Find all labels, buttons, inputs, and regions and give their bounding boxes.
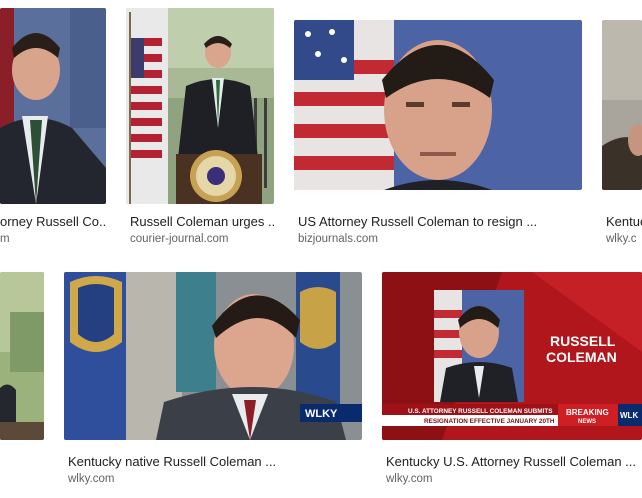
name-line-2: COLEMAN <box>546 349 617 365</box>
news-label: NEWS <box>578 419 596 425</box>
result-source-1[interactable]: m <box>0 232 106 246</box>
result-card-1[interactable]: orney Russell Co... m <box>0 0 106 250</box>
breaking-label: BREAKING <box>566 408 609 417</box>
result-image-6[interactable]: WLKY <box>64 272 362 440</box>
result-card-6[interactable]: WLKY Kentucky native Russell Coleman ...… <box>64 260 362 498</box>
result-source-2[interactable]: courier-journal.com <box>130 232 274 246</box>
result-title-6[interactable]: Kentucky native Russell Coleman ... <box>68 454 358 470</box>
result-source-4[interactable]: wlky.c <box>606 232 642 246</box>
result-source-6[interactable]: wlky.com <box>68 472 358 486</box>
name-line-1: RUSSELL <box>550 333 616 349</box>
result-image-5[interactable] <box>0 272 44 440</box>
wlky-logo: WLKY <box>305 408 338 420</box>
result-card-7[interactable]: RUSSELL COLEMAN U.S. ATTORNEY RUSSELL CO… <box>382 260 642 498</box>
result-image-3[interactable] <box>294 20 582 190</box>
result-image-4[interactable] <box>602 20 642 190</box>
result-image-2[interactable] <box>126 8 274 204</box>
ticker-line-1: U.S. ATTORNEY RUSSELL COLEMAN SUBMITS <box>408 408 553 415</box>
result-card-2[interactable]: Russell Coleman urges ... courier-journa… <box>126 0 274 250</box>
result-title-1[interactable]: orney Russell Co... <box>0 214 106 230</box>
result-image-7[interactable]: RUSSELL COLEMAN U.S. ATTORNEY RUSSELL CO… <box>382 272 642 440</box>
wlky-small-logo: WLK <box>620 411 638 420</box>
result-title-2[interactable]: Russell Coleman urges ... <box>130 214 274 230</box>
ticker-line-2: RESIGNATION EFFECTIVE JANUARY 20TH <box>424 418 555 425</box>
result-source-7[interactable]: wlky.com <box>386 472 642 486</box>
result-source-3[interactable]: bizjournals.com <box>298 232 582 246</box>
result-card-5[interactable] <box>0 260 44 498</box>
result-image-1[interactable] <box>0 8 106 204</box>
result-title-7[interactable]: Kentucky U.S. Attorney Russell Coleman .… <box>386 454 642 470</box>
result-title-4[interactable]: Kentuc <box>606 214 642 230</box>
result-title-3[interactable]: US Attorney Russell Coleman to resign ..… <box>298 214 582 230</box>
result-card-3[interactable]: US Attorney Russell Coleman to resign ..… <box>294 0 582 250</box>
result-card-4[interactable]: Kentuc wlky.c <box>602 0 642 250</box>
